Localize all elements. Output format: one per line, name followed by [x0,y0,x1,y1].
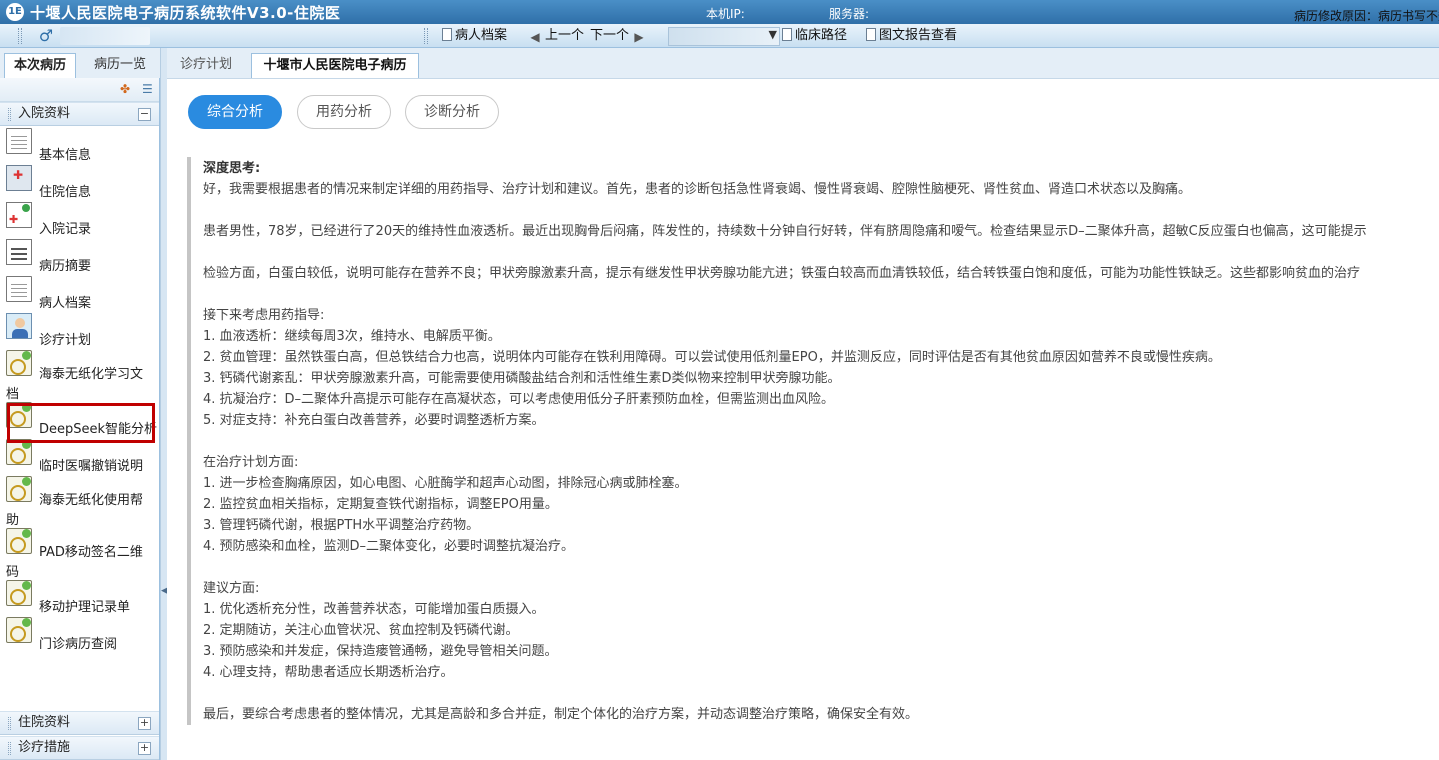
left-panel-toolbar: ✤ ☰ [0,78,159,102]
main-tab-bar: 诊疗计划 十堰市人民医院电子病历 [167,48,1439,78]
app-logo: 1E [6,3,24,21]
patient-file-button[interactable]: 病人档案 [442,27,507,45]
text-line: 检验方面，白蛋白较低，说明可能存在营养不良；甲状旁腺激素升高，提示有继发性甲状旁… [203,266,1361,281]
tab-emr[interactable]: 十堰市人民医院电子病历 [251,53,419,78]
patient-select[interactable]: ▼ [668,27,780,46]
text-line: 患者男性，78岁，已经进行了20天的维持性血液透析。最近出现胸骨后闷痛，阵发性的… [203,224,1367,239]
palette-icon[interactable]: ✤ [120,82,130,96]
note-icon [6,617,32,643]
expand-icon[interactable]: + [138,742,151,755]
modify-reason-text: 病历修改原因：病历书写不规范 [1294,9,1439,23]
tab-current-record[interactable]: 本次病历 [4,53,76,78]
summary-icon [6,239,32,265]
record-icon [6,202,32,228]
server-label: 服务器: [829,7,870,21]
text-line: 好，我需要根据患者的情况来制定详细的用药指导、治疗计划和建议。首先，患者的诊断包… [203,182,1192,197]
app-title: 十堰人民医院电子病历系统软件V3.0-住院医 [30,4,341,22]
clinical-path-button[interactable]: 临床路径 [782,27,847,45]
previous-patient-button[interactable]: ◀ 上一个 [528,27,584,45]
document-icon [442,28,452,41]
chevron-down-icon: ▼ [768,28,777,41]
text-line: 最后，要综合考虑患者的整体情况，尤其是高龄和多合并症，制定个体化的治疗方案，并动… [203,707,919,722]
toolbar-grip[interactable] [424,28,428,44]
note-icon [6,476,32,502]
male-user-icon: ♂ [38,26,54,45]
text-line: 4. 抗凝治疗：D–二聚体升高提示可能存在高凝状态，可以考虑使用低分子肝素预防血… [203,392,835,407]
note-icon [6,350,32,376]
user-name-field [60,27,150,45]
report-view-button[interactable]: 图文报告查看 [866,27,957,45]
arrow-left-icon: ◀ [530,30,540,44]
analysis-text: 深度思考: 好，我需要根据患者的情况来制定详细的用药指导、治疗计划和建议。首先，患… [203,158,1439,725]
document-icon [866,28,876,41]
text-line: 2. 定期随访，关注心血管状况、贫血控制及钙磷代谢。 [203,623,519,638]
list-icon[interactable]: ☰ [142,82,153,96]
expand-icon[interactable]: + [138,717,151,730]
next-patient-button[interactable]: 下一个 ▶ [590,27,649,45]
quote-bar [187,157,191,725]
text-line: 2. 监控贫血相关指标，定期复查铁代谢指标，调整EPO用量。 [203,497,558,512]
doctor-icon [6,313,32,339]
section-treatment[interactable]: 诊疗措施 + [0,736,159,760]
left-tab-bar: 本次病历 病历一览 [0,48,160,78]
text-line: 1. 血液透析：继续每周3次，维持水、电解质平衡。 [203,329,501,344]
tab-comprehensive-analysis[interactable]: 综合分析 [188,95,282,129]
text-line: 1. 进一步检查胸痛原因，如心电图、心脏酶学和超声心动图，排除冠心病或肺栓塞。 [203,476,688,491]
text-line: 3. 钙磷代谢紊乱：甲状旁腺激素升高，可能需要使用磷酸盐结合剂和活性维生素D类似… [203,371,841,386]
text-line: 接下来考虑用药指导: [203,308,325,323]
section-inpatient[interactable]: 住院资料 + [0,711,159,735]
text-line: 建议方面: [203,581,260,596]
section-grip [8,742,11,755]
text-line: 3. 预防感染和并发症，保持造瘘管通畅，避免导管相关问题。 [203,644,558,659]
arrow-right-icon: ▶ [634,30,644,44]
selection-highlight [7,403,155,443]
toolbar: ♂ 病人档案 ◀ 上一个 下一个 ▶ ▼ 临床路径 图文报告查看 [0,24,1439,48]
note-icon [6,528,32,554]
text-line: 5. 对症支持：补充白蛋白改善营养，必要时调整透析方案。 [203,413,545,428]
text-line: 3. 管理钙磷代谢，根据PTH水平调整治疗药物。 [203,518,480,533]
section-admission[interactable]: 入院资料 − [0,102,159,126]
text-line: 4. 心理支持，帮助患者适应长期透析治疗。 [203,665,454,680]
text-line: 4. 预防感染和血栓，监测D–二聚体变化，必要时调整抗凝治疗。 [203,539,575,554]
section-grip [8,108,11,121]
text-line: 2. 贫血管理：虽然铁蛋白高，但总铁结合力也高，说明体内可能存在铁利用障碍。可以… [203,350,1221,365]
document-icon [782,28,792,41]
document-icon [6,276,32,302]
tab-medication-analysis[interactable]: 用药分析 [297,95,391,129]
main-content: 综合分析 用药分析 诊断分析 深度思考: 好，我需要根据患者的情况来制定详细的用药… [167,78,1439,760]
tab-treatment-plan[interactable]: 诊疗计划 [167,53,245,78]
toolbar-grip[interactable] [18,28,22,44]
tab-diagnosis-analysis[interactable]: 诊断分析 [405,95,499,129]
section-grip [8,717,11,730]
tab-record-overview[interactable]: 病历一览 [84,53,156,78]
panel-splitter[interactable]: ◀ [160,48,168,760]
title-bar: 1E 十堰人民医院电子病历系统软件V3.0-住院医 本机IP: 服务器: 病历修… [0,0,1439,24]
note-icon [6,580,32,606]
text-line: 1. 优化透析充分性，改善营养状态，可能增加蛋白质摄入。 [203,602,545,617]
left-panel: ✤ ☰ 入院资料 − 基本信息 住院信息 入院记录 病历摘要 病人档案 诊 [0,78,160,760]
hospital-icon [6,165,32,191]
text-line: 在治疗计划方面: [203,455,299,470]
local-ip-label: 本机IP: [706,7,745,21]
collapse-icon[interactable]: − [138,108,151,121]
text-line: 深度思考: [203,161,261,176]
document-icon [6,128,32,154]
